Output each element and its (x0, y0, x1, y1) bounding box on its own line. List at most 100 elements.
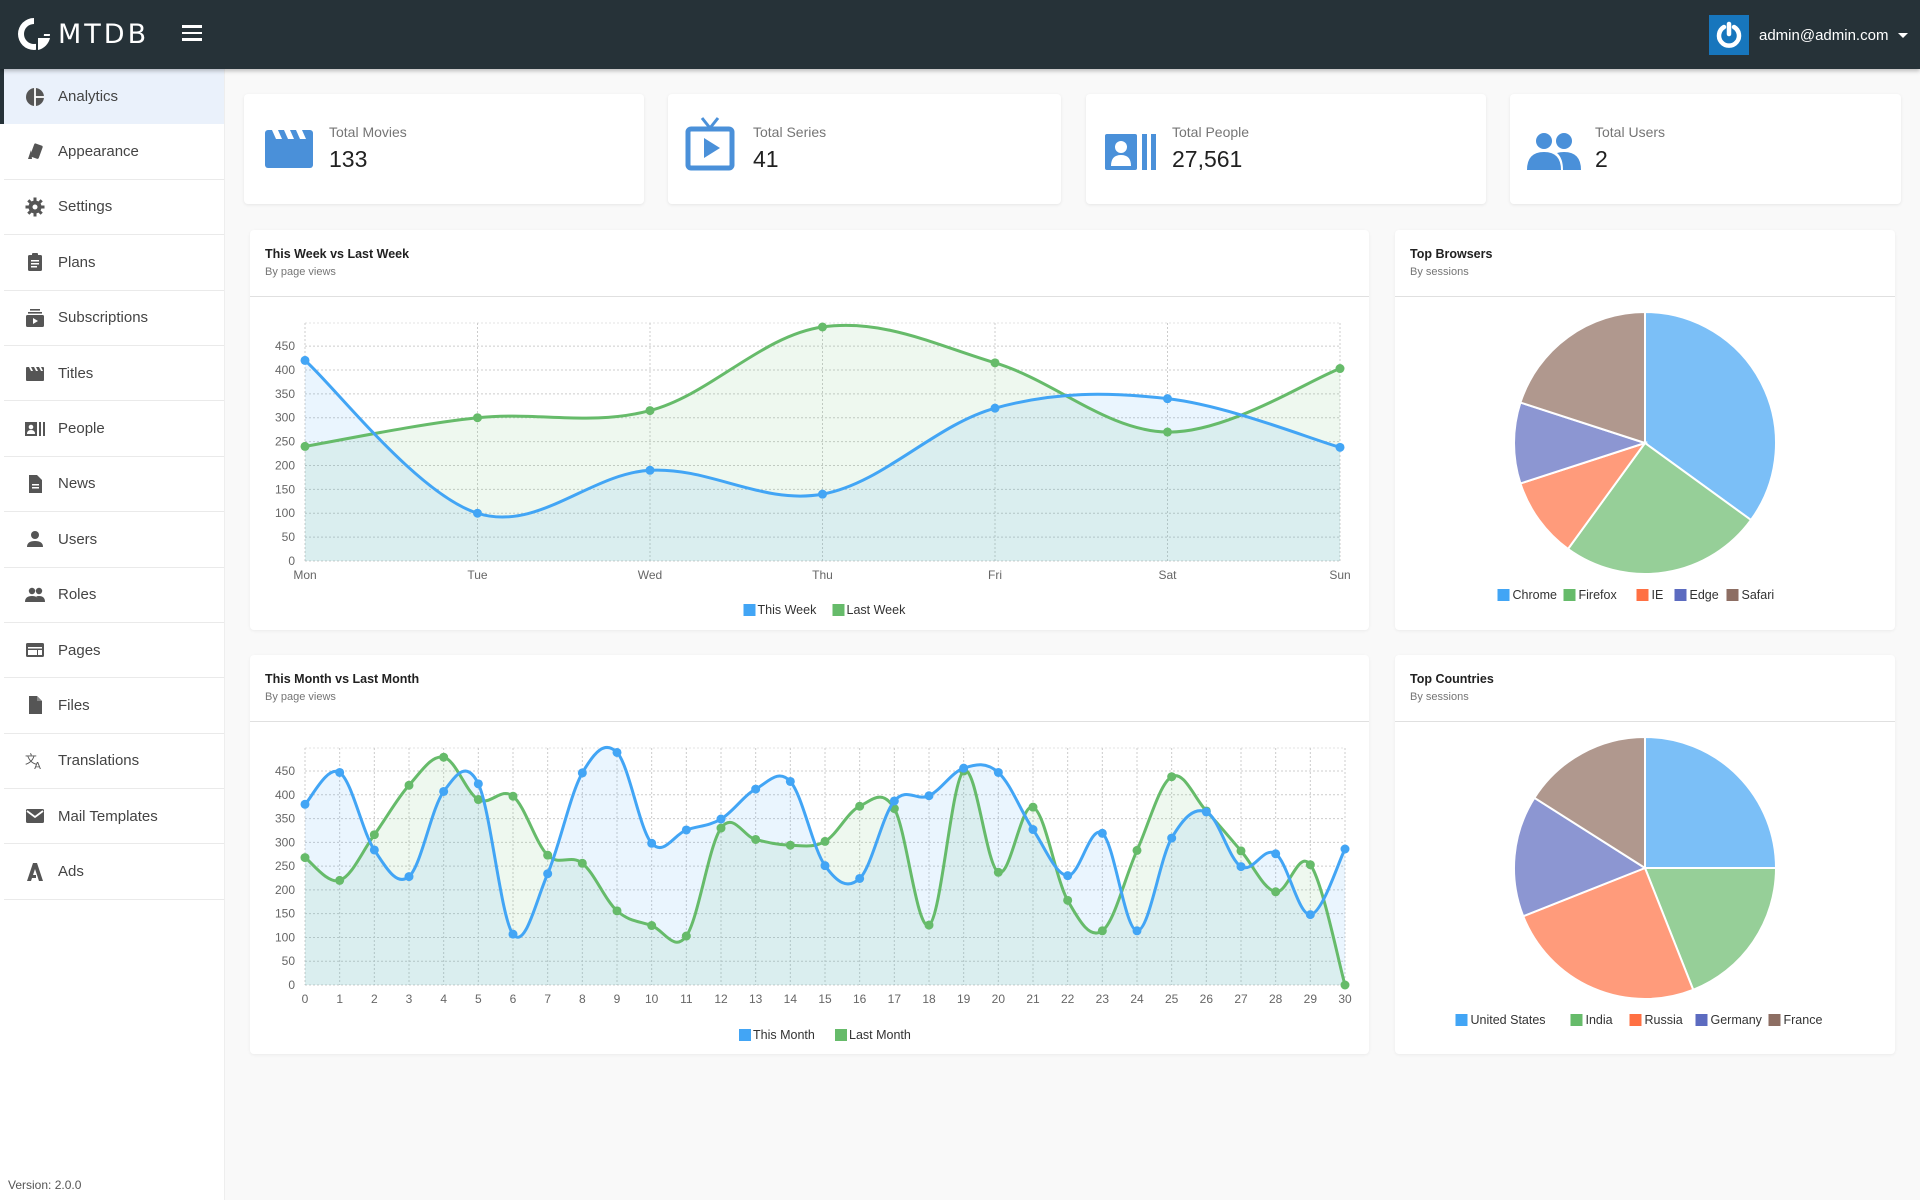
data-point[interactable] (577, 858, 587, 868)
data-point[interactable] (1028, 802, 1038, 812)
sidebar-item-analytics[interactable]: Analytics (0, 69, 224, 125)
data-point[interactable] (369, 830, 379, 840)
data-point[interactable] (820, 861, 830, 871)
data-point[interactable] (647, 921, 657, 931)
sidebar-item-translations[interactable]: 文 A Translations (4, 734, 224, 790)
pie-slice-united-states[interactable] (1644, 735, 1778, 869)
data-point[interactable] (924, 920, 934, 930)
data-point[interactable] (1063, 871, 1073, 881)
data-point[interactable] (924, 791, 934, 801)
data-point[interactable] (439, 786, 449, 796)
data-point[interactable] (716, 814, 726, 824)
data-point[interactable] (785, 776, 795, 786)
data-point[interactable] (1028, 825, 1038, 835)
data-point[interactable] (751, 784, 761, 794)
data-point[interactable] (335, 875, 345, 885)
data-point[interactable] (1097, 828, 1107, 838)
sidebar-item-plans[interactable]: Plans (4, 235, 224, 291)
legend-label[interactable]: Last Month (849, 1028, 911, 1042)
data-point[interactable] (990, 403, 1000, 413)
data-point[interactable] (855, 873, 865, 883)
sidebar-item-ads[interactable]: Ads (4, 844, 224, 900)
data-point[interactable] (508, 791, 518, 801)
data-point[interactable] (543, 850, 553, 860)
legend-label[interactable]: United States (1471, 1013, 1546, 1027)
data-point[interactable] (300, 441, 310, 451)
sidebar-item-users[interactable]: Users (4, 512, 224, 568)
legend-label[interactable]: This Week (758, 603, 818, 617)
sidebar-item-mail-templates[interactable]: Mail Templates (4, 789, 224, 845)
logo[interactable]: MTDB (14, 14, 149, 54)
legend-label[interactable]: Last Week (847, 603, 907, 617)
data-point[interactable] (889, 796, 899, 806)
data-point[interactable] (1335, 364, 1345, 374)
data-point[interactable] (1271, 849, 1281, 859)
data-point[interactable] (855, 801, 865, 811)
data-point[interactable] (751, 834, 761, 844)
data-point[interactable] (404, 872, 414, 882)
data-point[interactable] (1271, 887, 1281, 897)
data-point[interactable] (1132, 926, 1142, 936)
legend-label[interactable]: Safari (1742, 588, 1775, 602)
data-point[interactable] (577, 768, 587, 778)
sidebar-item-news[interactable]: News (4, 457, 224, 513)
data-point[interactable] (300, 355, 310, 365)
sidebar-item-titles[interactable]: Titles (4, 346, 224, 402)
legend-label[interactable]: Russia (1645, 1013, 1683, 1027)
data-point[interactable] (820, 836, 830, 846)
legend-label[interactable]: IE (1652, 588, 1664, 602)
legend-label[interactable]: This Month (753, 1028, 815, 1042)
data-point[interactable] (612, 747, 622, 757)
legend-label[interactable]: India (1586, 1013, 1613, 1027)
data-point[interactable] (645, 406, 655, 416)
data-point[interactable] (1335, 442, 1345, 452)
data-point[interactable] (645, 465, 655, 475)
data-point[interactable] (473, 413, 482, 423)
user-menu[interactable]: admin@admin.com (1709, 15, 1909, 55)
legend-label[interactable]: Germany (1711, 1013, 1763, 1027)
legend-label[interactable]: Edge (1690, 588, 1719, 602)
data-point[interactable] (1163, 427, 1172, 437)
data-point[interactable] (1097, 926, 1107, 936)
data-point[interactable] (335, 767, 345, 777)
data-point[interactable] (993, 767, 1003, 777)
data-point[interactable] (1236, 862, 1246, 872)
sidebar-item-roles[interactable]: Roles (4, 568, 224, 623)
data-point[interactable] (1305, 910, 1315, 920)
legend-label[interactable]: Firefox (1579, 588, 1618, 602)
data-point[interactable] (818, 322, 827, 332)
data-point[interactable] (1305, 860, 1315, 870)
data-point[interactable] (785, 840, 795, 850)
data-point[interactable] (473, 508, 482, 518)
data-point[interactable] (1236, 846, 1246, 856)
sidebar-item-appearance[interactable]: Appearance (4, 124, 224, 180)
data-point[interactable] (369, 845, 379, 855)
data-point[interactable] (300, 853, 310, 863)
data-point[interactable] (993, 867, 1003, 877)
legend-label[interactable]: Chrome (1513, 588, 1558, 602)
data-point[interactable] (959, 763, 969, 773)
data-point[interactable] (473, 779, 483, 789)
sidebar-item-pages[interactable]: Pages (4, 623, 224, 679)
data-point[interactable] (990, 358, 1000, 368)
sidebar-item-files[interactable]: Files (4, 678, 224, 734)
data-point[interactable] (716, 823, 726, 833)
data-point[interactable] (508, 929, 518, 939)
data-point[interactable] (1063, 895, 1073, 905)
data-point[interactable] (818, 489, 827, 499)
data-point[interactable] (300, 799, 310, 809)
hamburger-menu-icon[interactable] (182, 25, 202, 43)
sidebar-item-subscriptions[interactable]: Subscriptions (4, 291, 224, 346)
data-point[interactable] (1167, 772, 1177, 782)
sidebar-item-settings[interactable]: Settings (4, 180, 224, 236)
data-point[interactable] (681, 825, 691, 835)
data-point[interactable] (1201, 807, 1211, 817)
data-point[interactable] (1167, 833, 1177, 843)
data-point[interactable] (1132, 845, 1142, 855)
data-point[interactable] (1340, 844, 1350, 854)
data-point[interactable] (647, 838, 657, 848)
data-point[interactable] (681, 931, 691, 941)
data-point[interactable] (404, 780, 414, 790)
data-point[interactable] (612, 906, 622, 916)
sidebar-item-people[interactable]: People (4, 401, 224, 457)
